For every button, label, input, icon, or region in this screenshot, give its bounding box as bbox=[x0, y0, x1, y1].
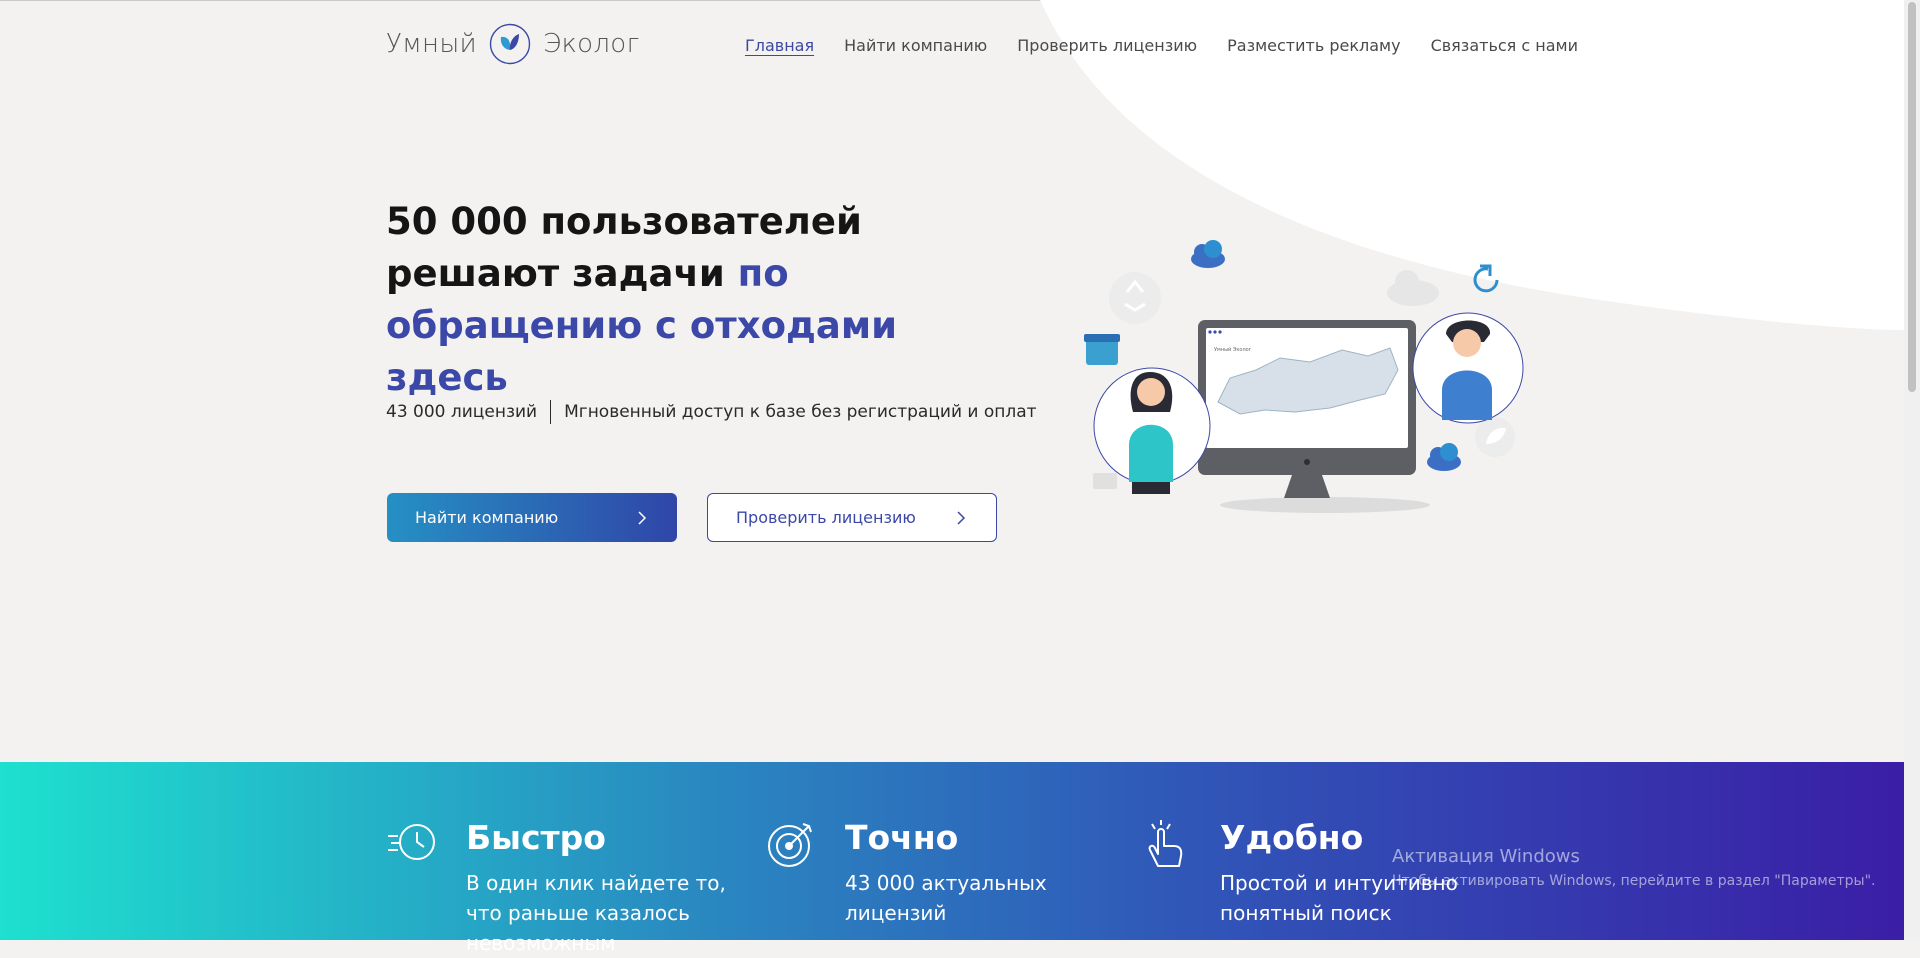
check-license-button-label: Проверить лицензию bbox=[736, 508, 916, 527]
watermark-line-1: Активация Windows bbox=[1392, 846, 1580, 867]
nav-home[interactable]: Главная bbox=[745, 36, 814, 55]
feature-convenient-title: Удобно bbox=[1220, 818, 1364, 857]
feature-accurate-text: 43 000 актуальных лицензий bbox=[845, 871, 1047, 925]
grey-cloud-icon bbox=[1387, 270, 1439, 306]
feature-fast-title: Быстро bbox=[466, 818, 606, 857]
nav-advertise[interactable]: Разместить рекламу bbox=[1227, 36, 1400, 55]
nav-contact[interactable]: Связаться с нами bbox=[1431, 36, 1578, 55]
cloud-icon bbox=[1191, 240, 1225, 268]
logo-word-2: Эколог bbox=[542, 29, 640, 59]
chevron-right-icon bbox=[638, 510, 647, 525]
feature-accurate-title: Точно bbox=[845, 818, 959, 857]
nav-check-license[interactable]: Проверить лицензию bbox=[1017, 36, 1197, 55]
target-icon bbox=[768, 823, 812, 867]
windows-activation-watermark: Активация Windows Чтобы активировать Win… bbox=[1392, 846, 1875, 889]
hero-illustration: Умный Эколог bbox=[1084, 240, 1524, 513]
feature-fast-text: В один клик найдете то, что раньше казал… bbox=[466, 871, 726, 955]
chevron-right-icon bbox=[957, 510, 966, 525]
truck-icon bbox=[1093, 473, 1117, 489]
hand-click-icon bbox=[1148, 820, 1183, 867]
stats-divider bbox=[550, 400, 552, 424]
main-nav: Главная Найти компанию Проверить лицензи… bbox=[745, 36, 1578, 55]
logo-word-1: Умный bbox=[386, 29, 477, 59]
man-avatar bbox=[1412, 312, 1524, 424]
refresh-icon bbox=[1473, 267, 1499, 293]
leaf-logo-icon bbox=[489, 23, 531, 65]
scrollbar-thumb[interactable] bbox=[1908, 2, 1916, 392]
monitor-screen-logo: Умный Эколог bbox=[1214, 346, 1252, 353]
box-icon bbox=[1086, 338, 1118, 365]
cloud-icon bbox=[1427, 443, 1461, 471]
stat-access: Мгновенный доступ к базе без регистраций… bbox=[564, 402, 1037, 422]
clock-fast-icon bbox=[388, 824, 435, 860]
site-logo[interactable]: Умный Эколог bbox=[386, 20, 640, 68]
check-license-button[interactable]: Проверить лицензию bbox=[707, 493, 997, 542]
hero-title: 50 000 пользователей решают задачи по об… bbox=[386, 196, 1026, 404]
box-lid bbox=[1084, 334, 1120, 342]
hero-stats: 43 000 лицензий Мгновенный доступ к базе… bbox=[386, 400, 1037, 424]
find-company-button[interactable]: Найти компанию bbox=[387, 493, 677, 542]
watermark-line-2: Чтобы активировать Windows, перейдите в … bbox=[1392, 873, 1876, 889]
nav-find-company[interactable]: Найти компанию bbox=[844, 36, 987, 55]
monitor-shadow bbox=[1220, 497, 1430, 513]
hero-title-main: 50 000 пользователей решают задачи bbox=[386, 200, 862, 295]
stat-licenses: 43 000 лицензий bbox=[386, 402, 538, 422]
find-company-button-label: Найти компанию bbox=[415, 508, 559, 527]
page-scrollbar[interactable] bbox=[1904, 0, 1920, 940]
